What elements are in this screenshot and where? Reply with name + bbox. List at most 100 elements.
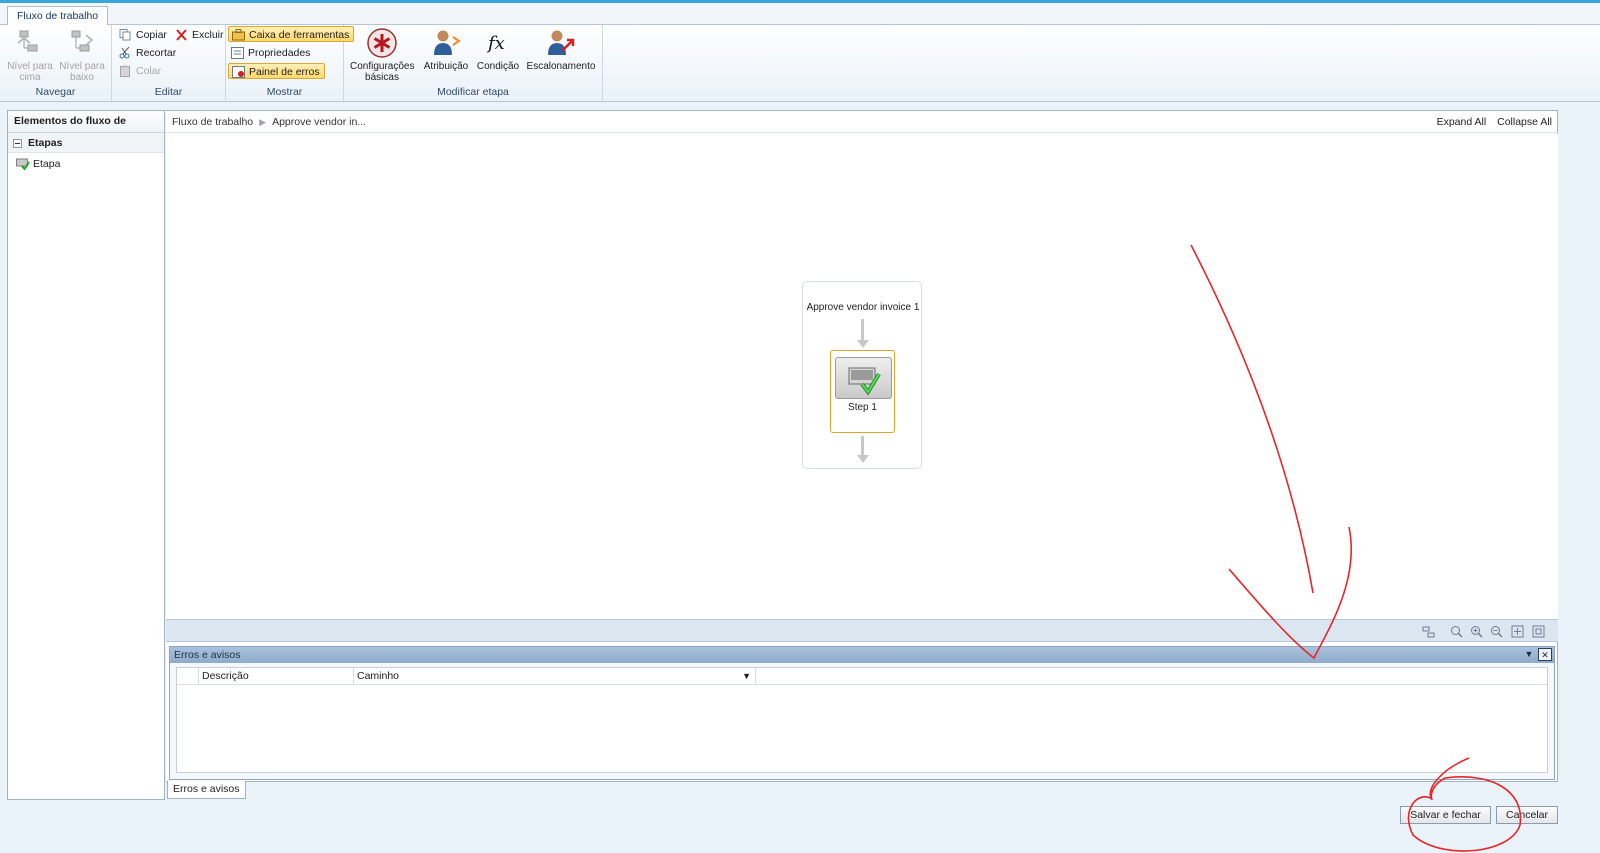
collapse-all-button[interactable]: Collapse All <box>1497 116 1552 128</box>
toolbox-item-etapa-label: Etapa <box>33 158 61 170</box>
paste-icon <box>120 65 130 77</box>
delete-icon <box>176 29 187 41</box>
column-header-caminho[interactable]: Caminho ▼ <box>354 668 756 685</box>
condition-label: Condição <box>476 61 520 72</box>
group-label-navegar: Navegar <box>35 86 76 98</box>
column-header-caminho-label: Caminho <box>357 670 400 682</box>
ribbon-tabs: Fluxo de trabalho <box>0 3 1600 26</box>
canvas-toolbar <box>166 619 1558 642</box>
step-label: Step 1 <box>848 402 877 413</box>
copy-label: Copiar <box>136 29 167 41</box>
toolbox-item-etapa[interactable]: Etapa <box>8 153 164 175</box>
user-escalation-icon <box>548 30 575 55</box>
workflow-elements-pane: Elementos do fluxo de trabalho Etapas Et… <box>7 110 165 800</box>
collapse-icon[interactable] <box>13 139 22 148</box>
step-icon-large <box>835 357 892 399</box>
error-pane-toggle[interactable]: Painel de erros <box>228 63 325 79</box>
scissors-icon <box>119 47 130 59</box>
zoom-out-icon[interactable] <box>1490 625 1503 638</box>
level-down-label: Nível para baixo <box>59 61 105 83</box>
group-label-editar: Editar <box>154 86 183 98</box>
workflow-step[interactable]: Step 1 <box>830 350 895 433</box>
column-filter-dropdown-icon[interactable]: ▼ <box>742 668 751 685</box>
function-icon: fx <box>486 33 505 54</box>
copy-button[interactable]: Copiar <box>116 27 171 43</box>
cut-button[interactable]: Recortar <box>116 45 180 61</box>
escalation-label: Escalonamento <box>526 61 596 72</box>
toolbox-label: Caixa de ferramentas <box>249 29 350 41</box>
fit-to-window-icon[interactable] <box>1511 625 1524 638</box>
error-pane-label: Painel de erros <box>249 66 320 78</box>
basic-settings-label: Configurações básicas <box>350 61 415 83</box>
workflow-container[interactable]: Approve vendor invoice 1 Step 1 <box>802 281 922 469</box>
escalation-button[interactable]: Escalonamento <box>526 27 596 72</box>
cut-label: Recortar <box>136 47 177 59</box>
breadcrumb-actions: Expand All Collapse All <box>1429 111 1552 133</box>
flow-arrow-top <box>861 319 864 341</box>
delete-button[interactable]: Excluir <box>172 27 228 43</box>
toolbox-icon <box>232 29 245 41</box>
grid-row-header <box>177 668 199 685</box>
condition-button[interactable]: fx Condição <box>474 27 522 72</box>
step-check-icon <box>848 367 881 396</box>
ribbon: Nível para cima Nível para baixo Navegar… <box>0 25 1600 102</box>
basic-settings-button[interactable]: Configurações básicas <box>350 27 414 83</box>
user-assignment-icon <box>434 30 461 55</box>
workflow-title: Approve vendor invoice 1 <box>806 302 920 313</box>
panel-close-icon[interactable]: ✕ <box>1538 648 1552 661</box>
panel-dropdown-icon[interactable]: ▼ <box>1522 648 1536 661</box>
copy-icon <box>119 29 131 41</box>
zoom-in-icon[interactable] <box>1470 625 1483 638</box>
properties-toggle[interactable]: Propriedades <box>228 45 314 61</box>
svg-text:fx: fx <box>486 33 505 54</box>
level-up-label: Nível para cima <box>7 61 53 83</box>
expand-all-button[interactable]: Expand All <box>1437 116 1487 128</box>
cancel-button[interactable]: Cancelar <box>1496 806 1558 824</box>
tab-erros-e-avisos[interactable]: Erros e avisos <box>167 781 246 799</box>
designer-area: Fluxo de trabalho ▶ Approve vendor in... E… <box>166 110 1558 782</box>
group-navegar: Nível para cima Nível para baixo Navegar <box>0 25 112 102</box>
group-label-modificar-etapa: Modificar etapa <box>437 86 509 98</box>
save-and-close-button[interactable]: Salvar e fechar <box>1400 806 1491 824</box>
flow-arrow-bottom <box>861 436 864 456</box>
level-down-icon <box>71 30 94 52</box>
breadcrumb-separator-icon: ▶ <box>259 117 267 127</box>
paste-label: Colar <box>136 65 162 77</box>
error-pane-icon <box>232 66 245 78</box>
zoom-to-selection-icon[interactable] <box>1450 625 1463 638</box>
errors-grid: Descrição Caminho ▼ <box>176 667 1548 773</box>
level-up-icon <box>17 30 38 52</box>
section-etapas[interactable]: Etapas <box>8 133 164 153</box>
errors-panel-titlebar: Erros e avisos ▼ ✕ <box>170 647 1554 663</box>
properties-icon <box>231 47 244 59</box>
properties-label: Propriedades <box>248 47 311 59</box>
toolbox-toggle[interactable]: Caixa de ferramentas <box>228 26 355 42</box>
step-icon <box>16 158 30 170</box>
group-editar: Copiar Excluir Recortar Colar Editar <box>112 25 226 102</box>
errors-warnings-panel: Erros e avisos ▼ ✕ Descrição Caminho ▼ <box>169 646 1555 780</box>
group-label-mostrar: Mostrar <box>266 86 303 98</box>
breadcrumb: Fluxo de trabalho ▶ Approve vendor in... E… <box>166 111 1558 133</box>
breadcrumb-root[interactable]: Fluxo de trabalho <box>172 116 253 128</box>
group-modificar-etapa: Configurações básicas Atribuição fx Cond… <box>344 25 603 102</box>
column-header-descricao[interactable]: Descrição <box>199 668 354 685</box>
auto-layout-icon[interactable] <box>1422 625 1435 638</box>
workflow-canvas[interactable]: Approve vendor invoice 1 Step 1 <box>166 134 1558 619</box>
tab-fluxo-de-trabalho[interactable]: Fluxo de trabalho <box>7 6 109 26</box>
assignment-label: Atribuição <box>423 61 469 72</box>
errors-grid-header: Descrição Caminho ▼ <box>177 668 1547 685</box>
assignment-button[interactable]: Atribuição <box>418 27 474 72</box>
group-mostrar: Caixa de ferramentas Propriedades Painel… <box>226 25 355 102</box>
delete-label: Excluir <box>192 29 224 41</box>
flow-arrow-top-head <box>857 340 869 348</box>
errors-panel-title: Erros e avisos <box>174 649 241 661</box>
workflow-elements-header: Elementos do fluxo de trabalho <box>8 111 164 148</box>
asterisk-icon <box>367 28 397 58</box>
section-etapas-label: Etapas <box>28 137 63 149</box>
reset-zoom-icon[interactable] <box>1532 625 1545 638</box>
breadcrumb-current[interactable]: Approve vendor in... <box>272 116 366 128</box>
level-up-button[interactable]: Nível para cima <box>4 27 56 83</box>
paste-button[interactable]: Colar <box>116 63 165 79</box>
flow-arrow-bottom-head <box>857 455 869 463</box>
level-down-button[interactable]: Nível para baixo <box>56 27 108 83</box>
